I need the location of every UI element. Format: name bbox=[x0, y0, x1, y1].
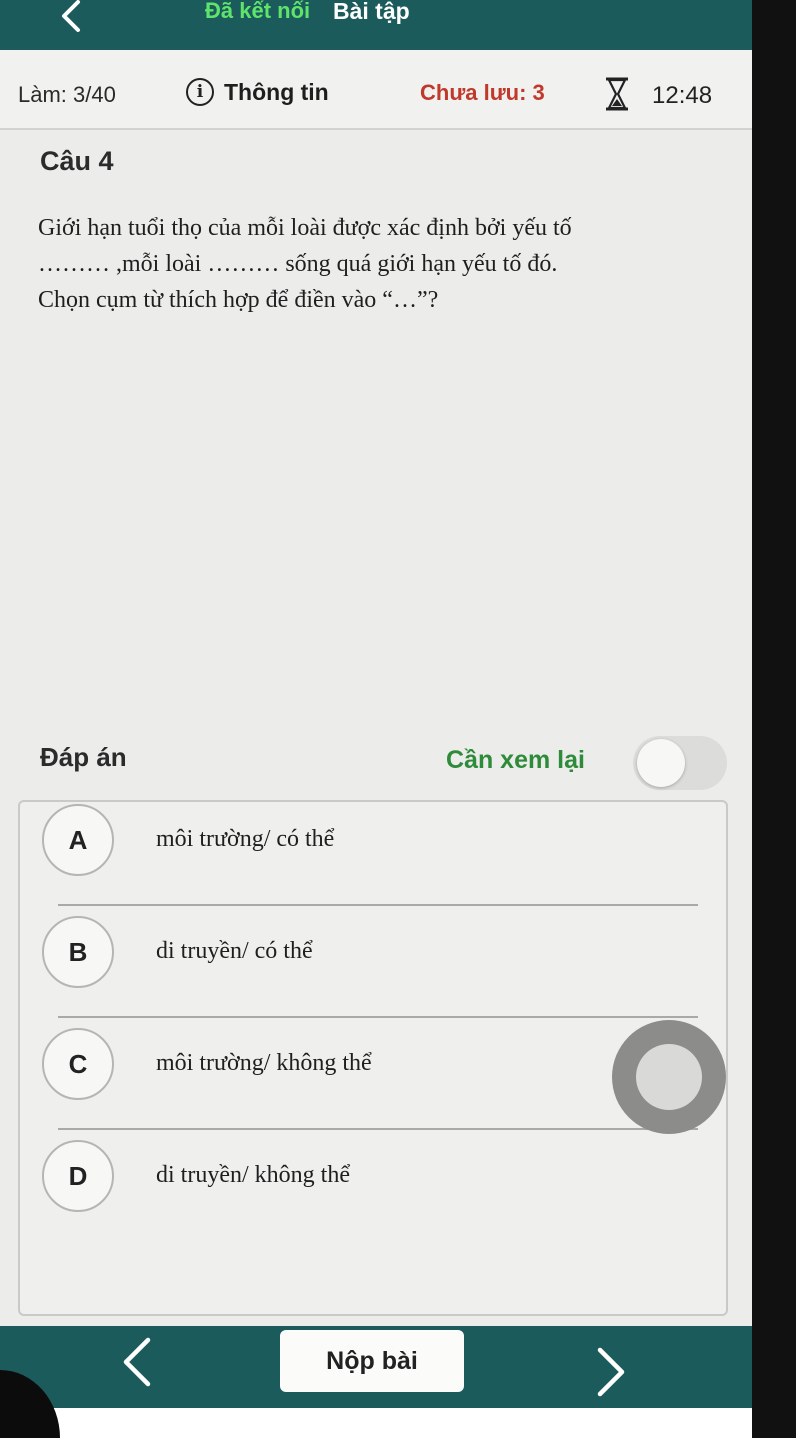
answer-option-a[interactable]: A môi trường/ có thể bbox=[20, 802, 726, 912]
progress-count: Làm: 3/40 bbox=[18, 82, 116, 107]
review-label: Cần xem lại bbox=[446, 746, 585, 774]
countdown-timer: 12:48 bbox=[652, 82, 713, 109]
toggle-knob bbox=[637, 739, 685, 787]
unsaved-count: Chưa lưu: 3 bbox=[420, 80, 545, 105]
info-label: Thông tin bbox=[224, 78, 329, 105]
question-text: Giới hạn tuổi thọ của mỗi loài được xác … bbox=[38, 210, 728, 318]
page-title: Bài tập bbox=[333, 0, 410, 24]
hourglass-icon bbox=[606, 77, 628, 111]
chevron-left-icon bbox=[123, 1337, 151, 1387]
option-text: môi trường/ không thể bbox=[156, 1050, 372, 1076]
question-line: Chọn cụm từ thích hợp để điền vào “…”? bbox=[38, 287, 439, 313]
chevron-left-icon bbox=[62, 0, 80, 32]
back-button[interactable] bbox=[52, 0, 92, 36]
question-line: Giới hạn tuổi thọ của mỗi loài được xác … bbox=[38, 215, 572, 241]
chevron-right-icon bbox=[597, 1347, 625, 1397]
answer-option-d[interactable]: D di truyền/ không thể bbox=[20, 1138, 726, 1248]
bottom-nav-bar: Nộp bài bbox=[0, 1326, 752, 1408]
option-text: di truyền/ có thể bbox=[156, 938, 313, 964]
connection-status: Đã kết nối bbox=[205, 0, 311, 23]
question-number: Câu 4 bbox=[40, 146, 114, 176]
option-divider bbox=[58, 1016, 698, 1018]
app-screen: Đã kết nối Bài tập Làm: 3/40 i Thông tin… bbox=[0, 0, 752, 1438]
option-letter: D bbox=[42, 1140, 114, 1212]
option-text: môi trường/ có thể bbox=[156, 826, 335, 852]
question-line: ……… ,mỗi loài ……… sống quá giới hạn yếu … bbox=[38, 251, 558, 277]
assistive-touch-button[interactable] bbox=[612, 1020, 726, 1134]
info-button[interactable]: i Thông tin bbox=[186, 78, 329, 106]
option-text: di truyền/ không thể bbox=[156, 1162, 350, 1188]
assistive-touch-inner bbox=[636, 1044, 702, 1110]
submit-button[interactable]: Nộp bài bbox=[280, 1330, 464, 1392]
next-question-button[interactable] bbox=[590, 1346, 630, 1398]
previous-question-button[interactable] bbox=[118, 1336, 158, 1388]
option-letter: C bbox=[42, 1028, 114, 1100]
option-divider bbox=[58, 1128, 698, 1130]
info-icon: i bbox=[186, 78, 214, 106]
option-divider bbox=[58, 904, 698, 906]
review-toggle[interactable] bbox=[633, 736, 727, 790]
option-letter: B bbox=[42, 916, 114, 988]
bottom-strip bbox=[0, 1408, 752, 1438]
quiz-status-bar: Làm: 3/40 i Thông tin Chưa lưu: 3 12:48 bbox=[0, 50, 752, 130]
answers-heading: Đáp án bbox=[40, 742, 127, 772]
device-bezel bbox=[752, 0, 796, 1438]
top-app-bar: Đã kết nối Bài tập bbox=[0, 0, 752, 50]
answer-option-b[interactable]: B di truyền/ có thể bbox=[20, 914, 726, 1024]
option-letter: A bbox=[42, 804, 114, 876]
